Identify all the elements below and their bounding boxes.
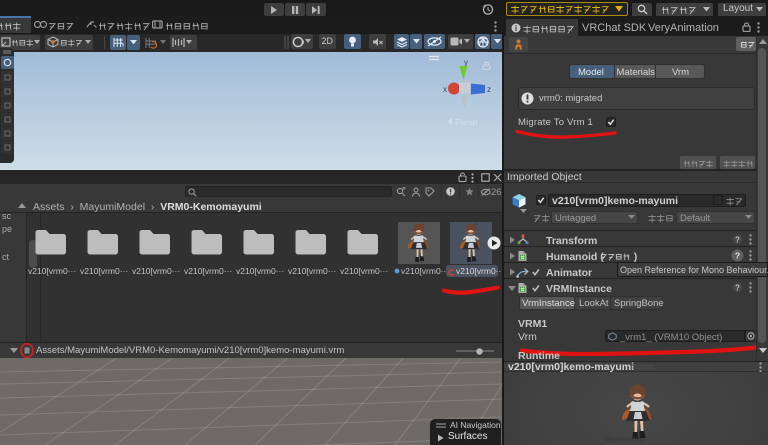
svg-text:x: x	[443, 85, 447, 94]
svg-text:?: ?	[735, 235, 740, 244]
svg-text:y: y	[464, 58, 468, 67]
svg-text:?: ?	[735, 251, 740, 261]
svg-text:Y: Y	[121, 43, 124, 48]
svg-text:Persp: Persp	[455, 117, 477, 126]
svg-text:?: ?	[735, 283, 740, 292]
svg-text:i: i	[515, 24, 517, 33]
svg-text:z: z	[487, 85, 491, 94]
